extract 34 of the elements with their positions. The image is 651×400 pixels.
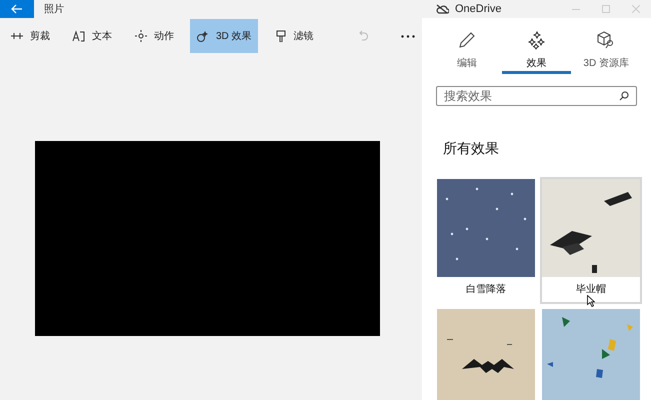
section-title: 所有效果 [443,139,500,158]
toolbar-button[interactable]: 剪裁 [4,19,56,53]
search-icon [619,91,629,101]
pencil-icon [456,30,477,50]
toolbar-button[interactable]: 动作 [128,19,180,53]
crop-icon [10,30,24,42]
cloud-icon [436,4,449,14]
close-icon [632,5,640,13]
panel-tab[interactable]: 效果 [502,18,572,74]
back-arrow-icon [11,4,23,14]
text-box-icon [72,30,86,42]
maximize-icon [602,5,610,13]
app-title: 照片 [44,2,64,16]
search-input[interactable]: 搜索效果 [444,87,619,105]
toolbar-button[interactable]: 文本 [66,19,118,53]
target-icon [134,30,148,42]
search-field[interactable]: 搜索效果 [436,86,637,106]
effect-label: 白雪降落 [466,284,506,296]
undo-icon [358,30,369,42]
effect-label: 毕业帽 [576,284,606,296]
panel-tab[interactable]: 编辑 [432,18,502,74]
effect-card[interactable]: 毕业帽 [542,179,640,302]
window-title: OneDrive [455,2,502,17]
toolbar-button[interactable]: 3D 效果 [190,19,258,53]
minimize-icon [572,8,580,10]
panel-tab[interactable]: 3D 资源库 [571,18,642,74]
effect-card[interactable]: 白雪降落 [437,179,535,302]
sparkle-icon [196,30,210,42]
sparkle-icon [526,30,546,50]
brush-icon [274,30,288,42]
toolbar-button[interactable]: 滤镜 [268,19,320,53]
mouse-cursor-icon [587,295,595,307]
back-button[interactable] [0,0,34,18]
more-icon [400,34,415,38]
